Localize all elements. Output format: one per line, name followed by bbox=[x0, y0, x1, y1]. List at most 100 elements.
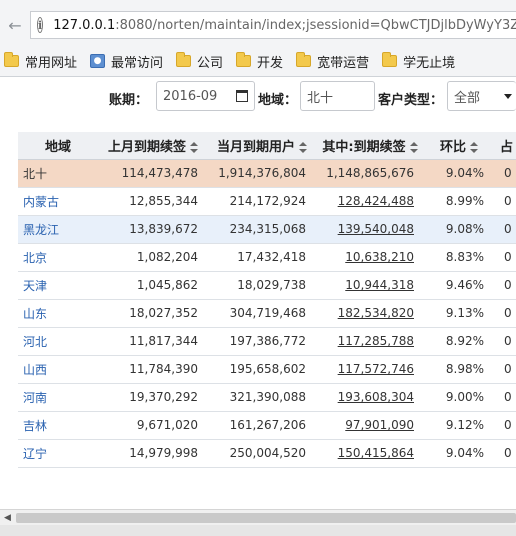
header-share[interactable]: 占 bbox=[494, 132, 516, 160]
region-value[interactable]: 辽宁 bbox=[23, 447, 47, 461]
customer-type-select[interactable]: 全部 bbox=[447, 81, 516, 111]
share-cell: 0 bbox=[494, 159, 516, 188]
mom-cell: 9.12% bbox=[424, 411, 494, 440]
bookmark-learning[interactable]: 学无止境 bbox=[382, 52, 455, 71]
bookmark-common-sites[interactable]: 常用网址 bbox=[4, 52, 77, 71]
region-cell[interactable]: 河南 bbox=[18, 383, 98, 412]
renewed-value[interactable]: 193,608,304 bbox=[338, 390, 414, 404]
bookmark-broadband-ops[interactable]: 宽带运营 bbox=[296, 52, 369, 71]
cur-expire-cell: 197,386,772 bbox=[208, 327, 316, 356]
cur-expire-value: 1,914,376,804 bbox=[218, 166, 306, 180]
renewed-value[interactable]: 139,540,048 bbox=[338, 222, 414, 236]
table-row[interactable]: 河南 19,370,292 321,390,088 193,608,304 9.00% 0 bbox=[18, 383, 516, 412]
table-row[interactable]: 辽宁 14,979,998 250,004,520 150,415,864 9.04% 0 bbox=[18, 439, 516, 468]
share-value: 0 bbox=[504, 418, 512, 432]
cur-expire-value: 18,029,738 bbox=[237, 278, 306, 292]
region-value[interactable]: 北京 bbox=[23, 251, 47, 265]
renewed-cell[interactable]: 97,901,090 bbox=[316, 411, 424, 440]
address-row: ← i 127.0.0.1 :8080/norten/maintain/inde… bbox=[0, 8, 516, 44]
share-cell: 0 bbox=[494, 411, 516, 440]
calendar-icon[interactable] bbox=[236, 90, 248, 102]
region-cell[interactable]: 天津 bbox=[18, 271, 98, 300]
region-value[interactable]: 河北 bbox=[23, 335, 47, 349]
region-cell[interactable]: 吉林 bbox=[18, 411, 98, 440]
sort-icon[interactable] bbox=[299, 141, 307, 153]
scrollbar-thumb[interactable] bbox=[16, 513, 516, 523]
region-cell[interactable]: 山西 bbox=[18, 355, 98, 384]
region-value[interactable]: 吉林 bbox=[23, 419, 47, 433]
renewed-value[interactable]: 150,415,864 bbox=[338, 446, 414, 460]
region-cell[interactable]: 河北 bbox=[18, 327, 98, 356]
renewed-cell[interactable]: 10,944,318 bbox=[316, 271, 424, 300]
region-value[interactable]: 山西 bbox=[23, 363, 47, 377]
region-cell[interactable]: 北十 bbox=[18, 159, 98, 188]
header-mom[interactable]: 环比 bbox=[424, 132, 494, 160]
info-icon[interactable]: i bbox=[37, 17, 44, 33]
region-cell[interactable]: 黑龙江 bbox=[18, 215, 98, 244]
renewed-cell[interactable]: 193,608,304 bbox=[316, 383, 424, 412]
bookmark-most-visited[interactable]: ● 最常访问 bbox=[90, 52, 163, 71]
renewed-cell[interactable]: 117,285,788 bbox=[316, 327, 424, 356]
folder-icon bbox=[4, 52, 19, 67]
bookmark-company[interactable]: 公司 bbox=[176, 52, 223, 71]
table-row[interactable]: 北京 1,082,204 17,432,418 10,638,210 8.83% 0 bbox=[18, 243, 516, 272]
renewed-value[interactable]: 182,534,820 bbox=[338, 306, 414, 320]
renewed-cell[interactable]: 128,424,488 bbox=[316, 187, 424, 216]
header-cur-expire[interactable]: 当月到期用户 bbox=[208, 132, 316, 160]
region-cell[interactable]: 内蒙古 bbox=[18, 187, 98, 216]
renewed-cell[interactable]: 117,572,746 bbox=[316, 355, 424, 384]
region-input[interactable]: 北十 bbox=[300, 81, 375, 111]
header-prev-renew[interactable]: 上月到期续签 bbox=[98, 132, 208, 160]
table-row[interactable]: 北十 114,473,478 1,914,376,804 1,148,865,676 9… bbox=[18, 159, 516, 188]
period-date-input[interactable]: 2016-09 bbox=[156, 81, 255, 111]
region-cell[interactable]: 山东 bbox=[18, 299, 98, 328]
region-value[interactable]: 内蒙古 bbox=[23, 195, 59, 209]
prev-renew-value: 18,027,352 bbox=[129, 306, 198, 320]
table-row[interactable]: 吉林 9,671,020 161,267,206 97,901,090 9.12% 0 bbox=[18, 411, 516, 440]
region-value[interactable]: 河南 bbox=[23, 391, 47, 405]
horizontal-scrollbar[interactable]: ◀ bbox=[0, 509, 516, 525]
renewed-value[interactable]: 117,572,746 bbox=[338, 362, 414, 376]
renewed-value[interactable]: 10,638,210 bbox=[345, 250, 414, 264]
region-value[interactable]: 山东 bbox=[23, 307, 47, 321]
region-cell[interactable]: 辽宁 bbox=[18, 439, 98, 468]
renewed-cell[interactable]: 139,540,048 bbox=[316, 215, 424, 244]
region-value[interactable]: 天津 bbox=[23, 279, 47, 293]
back-arrow-icon[interactable]: ← bbox=[4, 14, 26, 36]
table-row[interactable]: 山东 18,027,352 304,719,468 182,534,820 9.13% 0 bbox=[18, 299, 516, 328]
bookmark-dev[interactable]: 开发 bbox=[236, 52, 283, 71]
address-bar[interactable]: i 127.0.0.1 :8080/norten/maintain/index;… bbox=[30, 11, 516, 39]
header-region[interactable]: 地域 bbox=[18, 132, 98, 160]
region-cell[interactable]: 北京 bbox=[18, 243, 98, 272]
sort-icon[interactable] bbox=[409, 141, 418, 153]
header-label: 环比 bbox=[439, 139, 466, 155]
renewed-value[interactable]: 117,285,788 bbox=[338, 334, 414, 348]
mom-value: 9.04% bbox=[445, 446, 484, 460]
renewed-cell[interactable]: 150,415,864 bbox=[316, 439, 424, 468]
renewed-cell[interactable]: 10,638,210 bbox=[316, 243, 424, 272]
table-row[interactable]: 天津 1,045,862 18,029,738 10,944,318 9.46% 0 bbox=[18, 271, 516, 300]
region-value[interactable]: 黑龙江 bbox=[23, 223, 59, 237]
renewed-value[interactable]: 97,901,090 bbox=[345, 418, 414, 432]
table-row[interactable]: 内蒙古 12,855,344 214,172,924 128,424,488 8.99%… bbox=[18, 187, 516, 216]
bookmarks-bar: 常用网址 ● 最常访问 公司 开发 宽带运营 学无止境 bbox=[0, 47, 516, 75]
table-row[interactable]: 山西 11,784,390 195,658,602 117,572,746 8.98% 0 bbox=[18, 355, 516, 384]
renewed-value[interactable]: 128,424,488 bbox=[338, 194, 414, 208]
table-row[interactable]: 黑龙江 13,839,672 234,315,068 139,540,048 9.08%… bbox=[18, 215, 516, 244]
prev-renew-cell: 1,082,204 bbox=[98, 243, 208, 272]
table-row[interactable]: 河北 11,817,344 197,386,772 117,285,788 8.92% 0 bbox=[18, 327, 516, 356]
region-value[interactable]: 北十 bbox=[23, 167, 47, 181]
sort-icon[interactable] bbox=[470, 141, 478, 153]
mom-value: 9.46% bbox=[445, 278, 484, 292]
mom-value: 9.04% bbox=[445, 166, 484, 180]
renewed-value[interactable]: 10,944,318 bbox=[345, 278, 414, 292]
mom-value: 8.98% bbox=[445, 362, 484, 376]
region-label: 地域： bbox=[258, 93, 298, 108]
sort-icon[interactable] bbox=[190, 141, 198, 153]
share-cell: 0 bbox=[494, 187, 516, 216]
scroll-left-icon[interactable]: ◀ bbox=[4, 513, 11, 523]
cur-expire-value: 195,658,602 bbox=[229, 362, 306, 376]
share-cell: 0 bbox=[494, 299, 516, 328]
renewed-cell[interactable]: 182,534,820 bbox=[316, 299, 424, 328]
header-renewed[interactable]: 其中:到期续签 bbox=[316, 132, 424, 160]
